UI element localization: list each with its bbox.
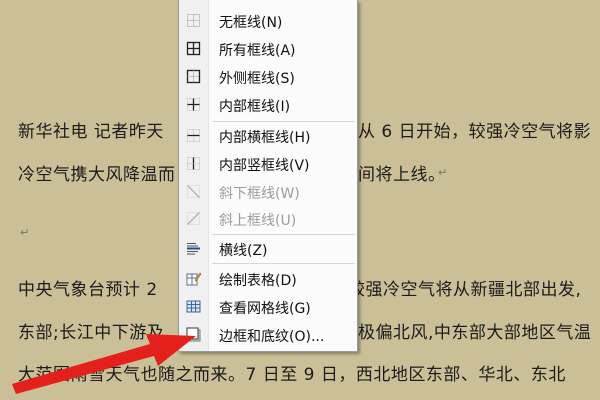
red-pointer-arrow-icon: [12, 334, 196, 394]
